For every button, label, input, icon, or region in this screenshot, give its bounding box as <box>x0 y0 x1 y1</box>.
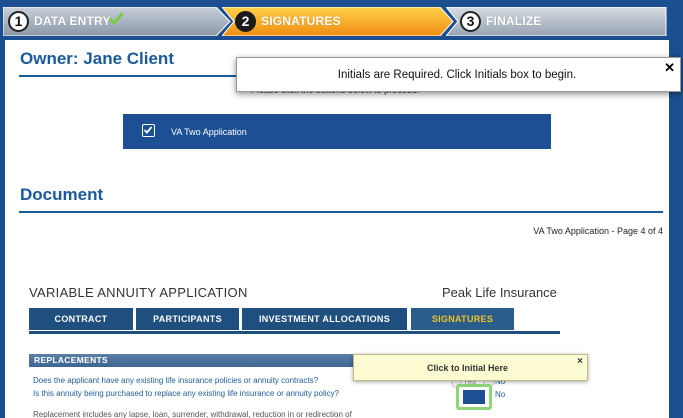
step-wizard: 1 DATA ENTRY 2 SIGNATURES 3 FINALIZE <box>0 0 683 40</box>
step-number: 1 <box>8 11 29 32</box>
tabs-underline <box>29 331 560 334</box>
owner-title: Owner: Jane Client <box>20 49 174 68</box>
tab-participants[interactable]: PARTICIPANTS <box>136 308 239 330</box>
page-indicator: VA Two Application - Page 4 of 4 <box>533 226 663 236</box>
checkmark-icon <box>109 12 123 26</box>
form-title: VARIABLE ANNUITY APPLICATION <box>29 285 248 300</box>
divider <box>19 211 663 213</box>
step-label: SIGNATURES <box>261 14 341 28</box>
tooltip-message: Click to Initial Here <box>426 363 509 373</box>
document-button-va-two-application[interactable]: VA Two Application <box>123 114 551 149</box>
question-text: Is this annuity being purchased to repla… <box>33 389 339 398</box>
tab-signatures[interactable]: SIGNATURES <box>411 308 514 330</box>
company-name: Peak Life Insurance <box>442 285 557 300</box>
step-data-entry[interactable]: 1 DATA ENTRY <box>3 7 231 36</box>
question-text: Does the applicant have any existing lif… <box>33 376 319 385</box>
step-finalize[interactable]: 3 FINALIZE <box>446 7 668 36</box>
tab-investment-allocations[interactable]: INVESTMENT ALLOCATIONS <box>242 308 407 330</box>
toast-message: Initials are Required. Click Initials bo… <box>337 69 577 81</box>
step-number: 2 <box>235 11 256 32</box>
checkbox-checked-icon <box>142 124 155 137</box>
document-button-label: VA Two Application <box>171 127 247 137</box>
step-signatures[interactable]: 2 SIGNATURES <box>222 7 454 36</box>
form-tabs: CONTRACT PARTICIPANTS INVESTMENT ALLOCAT… <box>29 308 560 330</box>
question-text: Replacement includes any lapse, loan, su… <box>33 410 352 418</box>
initials-box-fill <box>463 390 485 404</box>
no-label: No <box>495 390 506 399</box>
close-icon[interactable]: × <box>577 356 583 367</box>
initial-here-tooltip[interactable]: Click to Initial Here × <box>353 354 588 381</box>
step-label: FINALIZE <box>486 14 542 28</box>
close-icon[interactable]: ✕ <box>664 60 675 76</box>
initials-box[interactable] <box>456 384 492 410</box>
tab-contract[interactable]: CONTRACT <box>29 308 133 330</box>
step-label: DATA ENTRY <box>34 14 111 28</box>
document-title: Document <box>20 185 104 204</box>
window-edge <box>669 40 683 418</box>
step-number: 3 <box>460 11 481 32</box>
initials-required-toast: Initials are Required. Click Initials bo… <box>236 57 681 92</box>
